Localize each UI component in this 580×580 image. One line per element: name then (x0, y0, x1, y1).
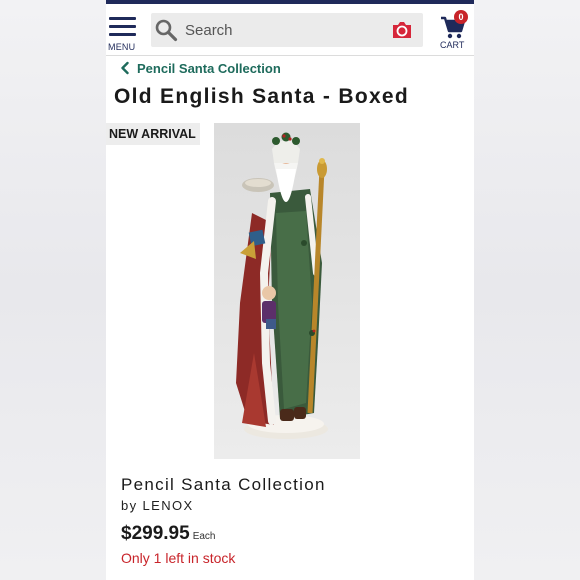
price-row: $299.95 Each (121, 523, 215, 545)
breadcrumb[interactable]: Pencil Santa Collection (120, 60, 281, 76)
santa-figurine-image (214, 123, 360, 459)
breadcrumb-link[interactable]: Pencil Santa Collection (137, 61, 281, 76)
menu-button[interactable]: MENU (108, 15, 138, 55)
price: $299.95 (121, 523, 190, 544)
cart-count-badge: 0 (454, 10, 468, 24)
price-unit: Each (192, 531, 216, 542)
product-page: MENU 0 CART (106, 0, 474, 580)
chevron-left-icon (121, 61, 129, 75)
hamburger-icon (109, 17, 136, 20)
new-arrival-badge: NEW ARRIVAL (106, 123, 200, 145)
product-image[interactable] (214, 123, 360, 459)
brand-line: by LENOX (121, 498, 194, 513)
camera-icon[interactable] (391, 20, 413, 40)
menu-label: MENU (108, 42, 136, 52)
cart-button[interactable]: 0 CART (438, 10, 472, 56)
search-input[interactable] (185, 20, 375, 40)
cart-label: CART (440, 40, 465, 50)
search-icon[interactable] (154, 18, 178, 42)
site-header: MENU 0 CART (106, 4, 474, 56)
search-bar[interactable] (151, 13, 423, 47)
product-collection-name: Pencil Santa Collection (121, 475, 326, 494)
stock-status: Only 1 left in stock (121, 550, 236, 566)
page-title: Old English Santa - Boxed (114, 85, 410, 108)
